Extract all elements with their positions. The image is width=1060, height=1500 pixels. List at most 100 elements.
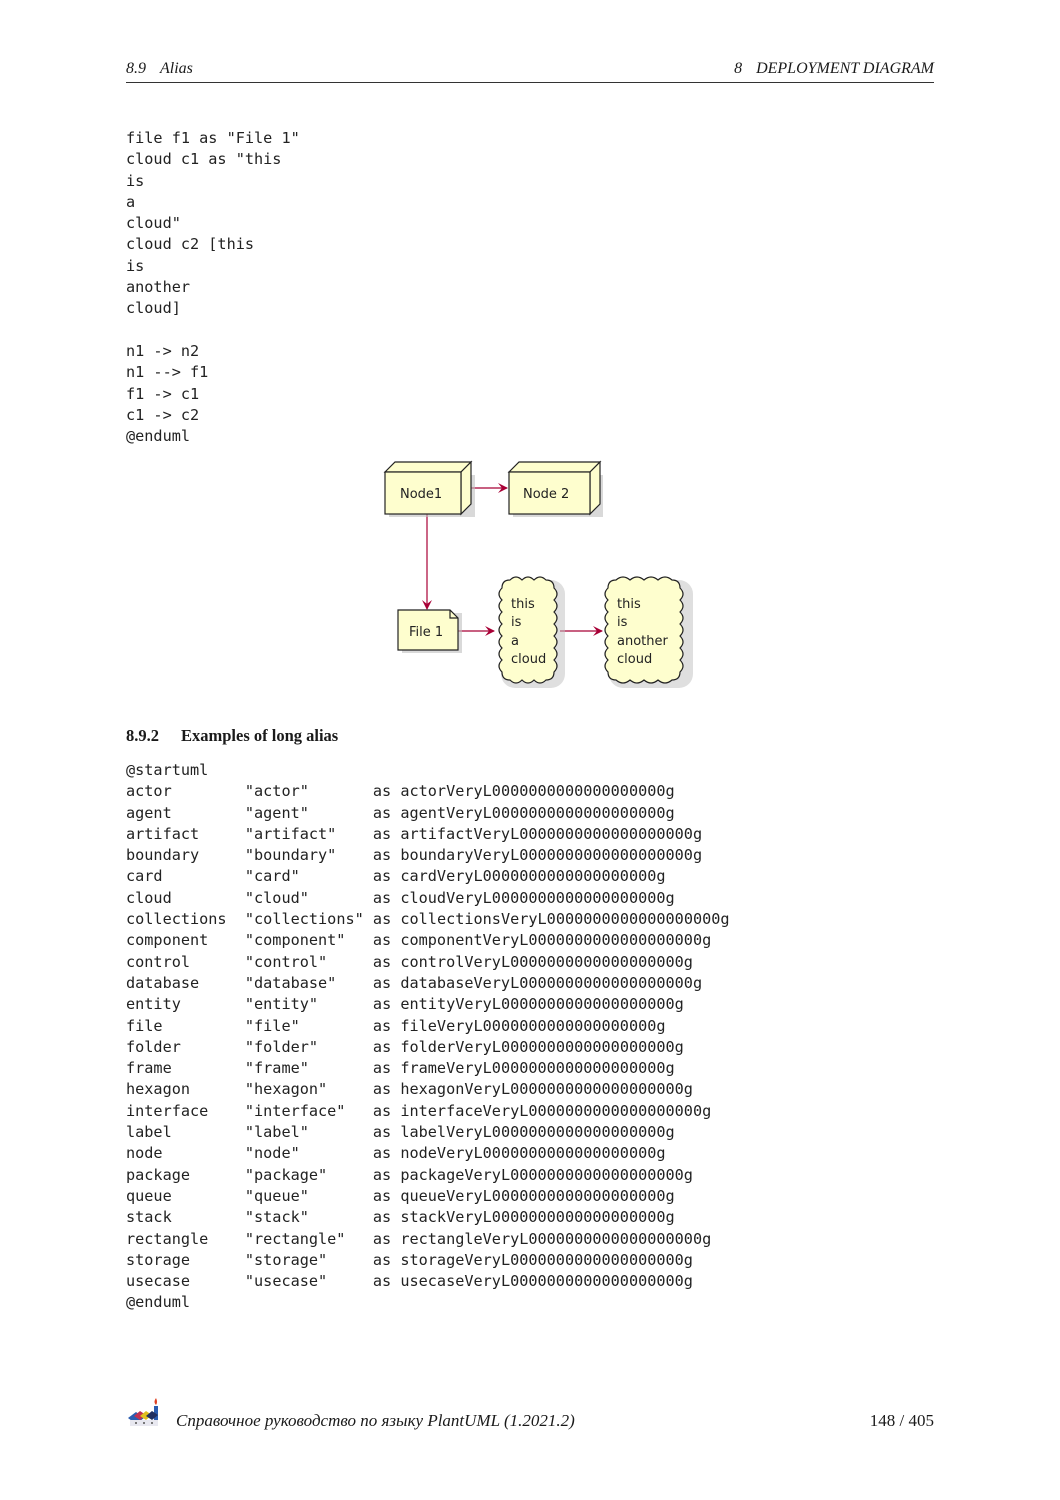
element-alias: rectangleVeryL0000000000000000000g xyxy=(400,1229,712,1248)
as-keyword: as xyxy=(372,1037,392,1056)
footer-title: Справочное руководство по языку PlantUML… xyxy=(176,1411,575,1430)
code-row: folder "folder" as folderVeryL0000000000… xyxy=(126,1037,730,1058)
element-alias: usecaseVeryL0000000000000000000g xyxy=(400,1272,693,1291)
code-line: @enduml xyxy=(126,427,191,446)
code-row: storage "storage" as storageVeryL0000000… xyxy=(126,1250,730,1271)
element-label: "file" xyxy=(244,1016,300,1035)
element-alias: stackVeryL0000000000000000000g xyxy=(400,1208,675,1227)
code-row: actor "actor" as actorVeryL0000000000000… xyxy=(126,781,730,802)
element-alias: folderVeryL0000000000000000000g xyxy=(400,1037,684,1056)
code-line: cloud] xyxy=(126,299,181,318)
element-label: "node" xyxy=(244,1144,300,1163)
element-type: cloud xyxy=(126,888,172,907)
as-keyword: as xyxy=(372,1101,392,1120)
element-alias: actorVeryL0000000000000000000g xyxy=(400,782,675,801)
as-keyword: as xyxy=(372,910,392,929)
code-row: label "label" as labelVeryL0000000000000… xyxy=(126,1122,730,1143)
header-section-title: Alias xyxy=(160,60,193,77)
cloud-c1-line-1: this xyxy=(511,597,535,612)
as-keyword: as xyxy=(372,1144,392,1163)
cloud-c1-line-3: a xyxy=(511,634,519,649)
code-line: f1 -> c1 xyxy=(126,384,200,403)
code-line-end: @enduml xyxy=(126,1293,191,1312)
code-line: c1 -> c2 xyxy=(126,405,200,424)
code-row: boundary "boundary" as boundaryVeryL0000… xyxy=(126,845,730,866)
element-type: queue xyxy=(126,1186,172,1205)
element-type: actor xyxy=(126,782,172,801)
file-f1-label: File 1 xyxy=(409,625,443,640)
as-keyword: as xyxy=(372,824,392,843)
code-row: interface "interface" as interfaceVeryL0… xyxy=(126,1101,730,1122)
code-row: control "control" as controlVeryL0000000… xyxy=(126,952,730,973)
as-keyword: as xyxy=(372,1123,392,1142)
element-label: "package" xyxy=(244,1165,328,1184)
as-keyword: as xyxy=(372,1208,392,1227)
as-keyword: as xyxy=(372,1186,392,1205)
header-chapter-number: 8 xyxy=(734,60,743,77)
element-label: "label" xyxy=(244,1123,309,1142)
element-label: "control" xyxy=(244,952,328,971)
code-line: cloud" xyxy=(126,214,181,233)
element-type: file xyxy=(126,1016,163,1035)
node-n2-label: Node 2 xyxy=(523,487,569,502)
element-alias: collectionsVeryL0000000000000000000g xyxy=(400,910,730,929)
element-alias: hexagonVeryL0000000000000000000g xyxy=(400,1080,693,1099)
section-number: 8.9.2 xyxy=(126,726,159,745)
code-block-long-alias: @startuml actor "actor" as actorVeryL0000… xyxy=(126,760,730,1314)
element-label: "stack" xyxy=(244,1208,309,1227)
as-keyword: as xyxy=(372,1165,392,1184)
file-f1: File 1 xyxy=(397,609,462,653)
plantuml-logo-icon xyxy=(128,1398,158,1426)
as-keyword: as xyxy=(372,1059,392,1078)
code-line: n1 -> n2 xyxy=(126,341,200,360)
element-label: "queue" xyxy=(244,1186,309,1205)
element-label: "collections" xyxy=(244,910,364,929)
element-type: control xyxy=(126,952,191,971)
section-heading: 8.9.2 Examples of long alias xyxy=(126,726,338,746)
element-type: artifact xyxy=(126,824,200,843)
element-label: "frame" xyxy=(244,1059,309,1078)
code-row: file "file" as fileVeryL0000000000000000… xyxy=(126,1016,730,1037)
element-label: "hexagon" xyxy=(244,1080,328,1099)
cloud-c1-line-4: cloud xyxy=(511,652,546,667)
element-type: package xyxy=(126,1165,191,1184)
element-type: usecase xyxy=(126,1272,191,1291)
node-n1: Node1 xyxy=(383,460,475,517)
code-line: another xyxy=(126,278,191,297)
cloud-c2-line-3: another xyxy=(617,634,668,649)
element-type: interface xyxy=(126,1101,209,1120)
element-label: "database" xyxy=(244,973,337,992)
